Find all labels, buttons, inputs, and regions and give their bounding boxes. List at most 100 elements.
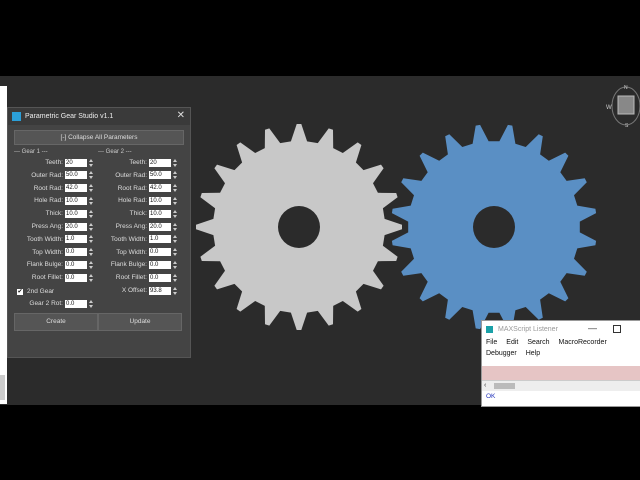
gear1-param-label: Root Rad: xyxy=(33,184,63,192)
gear1-param-row: Thick: 10.0 xyxy=(8,209,94,218)
menu-macrorecorder[interactable]: MacroRecorder xyxy=(559,337,607,348)
gear1-param-label: Press Ang: xyxy=(31,223,63,230)
maximize-icon[interactable] xyxy=(613,325,621,333)
menu-file[interactable]: File xyxy=(486,337,497,348)
gear1-param-label: Tooth Width: xyxy=(26,235,63,243)
spinner-icon[interactable] xyxy=(173,209,178,218)
left-edge-window xyxy=(0,86,7,404)
spinner-icon[interactable] xyxy=(173,171,178,180)
gear1-param-row: Press Ang: 20.0 xyxy=(8,222,94,231)
spinner-icon[interactable] xyxy=(173,273,178,282)
close-icon[interactable]: ✕ xyxy=(177,110,185,121)
gear1-param-row: Tooth Width: 1.0 xyxy=(8,235,94,244)
gear1-param-input[interactable]: 20 xyxy=(65,158,87,167)
gear1-param-input[interactable]: 20.0 xyxy=(65,222,87,231)
horizontal-scrollbar[interactable]: ‹ xyxy=(482,380,640,391)
menu-debugger[interactable]: Debugger xyxy=(486,348,517,359)
gear2-param-label: Root Rad: xyxy=(117,184,147,192)
gear1-param-row: Outer Rad: 50.0 xyxy=(8,171,94,180)
gear2-param-input[interactable]: 20 xyxy=(149,158,171,167)
svg-text:W: W xyxy=(606,105,612,111)
gear2-param-input[interactable]: 10.0 xyxy=(149,209,171,218)
create-button[interactable]: Create xyxy=(14,313,98,331)
spinner-icon[interactable] xyxy=(173,260,178,269)
gear-2[interactable] xyxy=(391,124,597,330)
gear1-param-row: Top Width: 0.0 xyxy=(8,248,94,257)
svg-text:N: N xyxy=(624,85,628,91)
scroll-left-icon[interactable]: ‹ xyxy=(484,382,486,389)
spinner-icon[interactable] xyxy=(89,299,94,308)
minimize-icon[interactable]: — xyxy=(588,323,597,333)
gear1-param-label: Root Fillet: xyxy=(31,274,63,282)
gear2-param-input[interactable]: 50.0 xyxy=(149,171,171,180)
viewcube[interactable]: N W S xyxy=(606,82,640,130)
gear2-param-row: Flank Bulge: 0.0 xyxy=(92,260,178,269)
gear1-param-row: Hole Rad: 10.0 xyxy=(8,196,94,205)
gear1-param-label: Teeth: xyxy=(45,159,63,166)
gear1-param-label: Flank Bulge: xyxy=(26,261,63,269)
gear1-param-input[interactable]: 10.0 xyxy=(65,209,87,218)
gear2-param-input[interactable]: 0.0 xyxy=(149,248,171,257)
gear2-param-input[interactable]: 42.0 xyxy=(149,184,171,193)
gear1-param-input[interactable]: 42.0 xyxy=(65,184,87,193)
gear2-param-label: Hole Rad: xyxy=(118,197,147,205)
gear2-param-input[interactable]: 1.0 xyxy=(149,235,171,244)
gear1-param-input[interactable]: 0.0 xyxy=(65,260,87,269)
gear2-param-row: Press Ang: 20.0 xyxy=(92,222,178,231)
menu-search[interactable]: Search xyxy=(527,337,549,348)
scroll-thumb[interactable] xyxy=(494,383,515,389)
listener-titlebar[interactable]: MAXScript Listener — xyxy=(482,321,640,337)
panel-title: Parametric Gear Studio v1.1 xyxy=(25,113,114,120)
gear2-param-row: Tooth Width: 1.0 xyxy=(92,235,178,244)
gear2-param-row: X Offset: 93.8 xyxy=(92,286,178,295)
maxscript-icon xyxy=(486,325,493,333)
gear2-param-label: Teeth: xyxy=(129,159,147,166)
panel-titlebar[interactable]: Parametric Gear Studio v1.1 ✕ xyxy=(8,108,190,125)
macro-recorder-pane[interactable] xyxy=(482,366,640,380)
gear1-param-input[interactable]: 50.0 xyxy=(65,171,87,180)
spinner-icon[interactable] xyxy=(173,286,178,295)
spinner-icon[interactable] xyxy=(173,222,178,231)
spinner-icon[interactable] xyxy=(173,248,178,257)
gear1-param-label: Outer Rad: xyxy=(31,171,63,179)
spinner-icon[interactable] xyxy=(173,158,178,167)
gear2-param-label: Press Ang: xyxy=(115,223,147,230)
gear1-param-input[interactable]: 0.0 xyxy=(65,273,87,282)
listener-title: MAXScript Listener xyxy=(498,325,558,333)
second-gear-checkbox[interactable]: ✔ 2nd Gear xyxy=(17,288,54,295)
gear1-param-label: Thick: xyxy=(45,210,63,218)
gear2-param-row: Root Rad: 42.0 xyxy=(92,184,178,193)
menu-help[interactable]: Help xyxy=(526,348,540,359)
menu-edit[interactable]: Edit xyxy=(506,337,518,348)
gear2-rot-label: Gear 2 Rot: xyxy=(29,300,63,307)
gear2-param-row: Root Fillet: 0.0 xyxy=(92,273,178,282)
gear2-param-input[interactable]: 10.0 xyxy=(149,196,171,205)
gear2-rot-input[interactable]: 0.0 xyxy=(65,299,87,308)
spinner-icon[interactable] xyxy=(173,235,178,244)
second-gear-label: 2nd Gear xyxy=(27,288,55,295)
gear2-param-row: Teeth: 20 xyxy=(92,158,178,167)
gear1-param-label: Hole Rad: xyxy=(34,197,63,205)
gear1-param-row: Teeth: 20 xyxy=(8,158,94,167)
gear1-param-row: Root Rad: 42.0 xyxy=(8,184,94,193)
listener-output: OK xyxy=(486,393,496,400)
gear1-param-input[interactable]: 10.0 xyxy=(65,196,87,205)
spinner-icon[interactable] xyxy=(173,184,178,193)
gear-1[interactable] xyxy=(196,124,402,330)
maxscript-listener: MAXScript Listener — File Edit Search Ma… xyxy=(481,320,640,407)
check-icon: ✔ xyxy=(17,288,23,295)
update-button[interactable]: Update xyxy=(98,313,182,331)
gear2-param-input[interactable]: 20.0 xyxy=(149,222,171,231)
gear2-param-input[interactable]: 93.8 xyxy=(149,286,171,295)
gear1-param-label: Top Width: xyxy=(32,248,63,256)
gear1-param-row: Flank Bulge: 0.0 xyxy=(8,260,94,269)
gear2-param-label: Top Width: xyxy=(116,248,147,256)
gear2-param-input[interactable]: 0.0 xyxy=(149,273,171,282)
gear1-param-input[interactable]: 0.0 xyxy=(65,248,87,257)
gear2-param-label: X Offset: xyxy=(121,287,147,294)
spinner-icon[interactable] xyxy=(173,196,178,205)
gear2-param-row: Outer Rad: 50.0 xyxy=(92,171,178,180)
collapse-all-button[interactable]: [-] Collapse All Parameters xyxy=(14,130,184,145)
gear2-param-input[interactable]: 0.0 xyxy=(149,260,171,269)
gear1-param-input[interactable]: 1.0 xyxy=(65,235,87,244)
